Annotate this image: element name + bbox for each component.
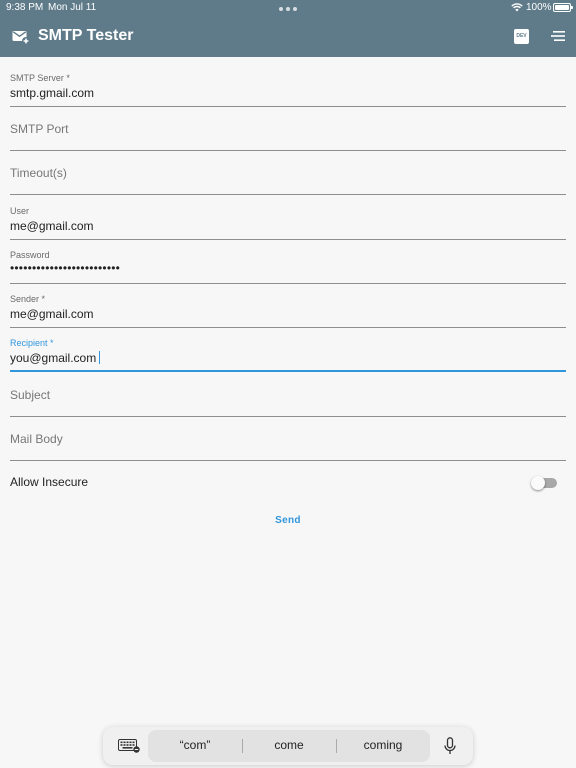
status-bar: 9:38 PM Mon Jul 11 100% [0,0,576,16]
battery-icon [553,3,573,12]
sender-value: me@gmail.com [10,307,94,321]
text-caret [99,351,100,364]
suggestion-item[interactable]: come [242,738,336,752]
multitask-dots-icon[interactable] [279,7,297,11]
keyboard-icon[interactable] [118,739,140,753]
user-label: User [10,206,30,216]
timeout-placeholder: Timeout(s) [10,166,67,180]
password-label: Password [10,250,50,260]
user-field[interactable]: User me@gmail.com [10,196,566,240]
password-value: ••••••••••••••••••••••••• [10,261,121,275]
microphone-icon[interactable] [444,737,456,755]
sender-field[interactable]: Sender * me@gmail.com [10,284,566,328]
keyboard-suggestion-bar: “com” come coming [103,727,473,765]
subject-field[interactable]: Subject [10,373,566,417]
allow-insecure-toggle[interactable] [531,476,557,490]
sort-menu-icon[interactable] [551,30,565,42]
suggestions-strip: “com” come coming [148,730,430,762]
smtp-port-placeholder: SMTP Port [10,122,69,136]
send-button[interactable]: Send [266,512,310,530]
wifi-icon [511,3,523,12]
app-header: 9:38 PM Mon Jul 11 100% SMTP Tester DEV [0,0,576,57]
status-time: 9:38 PM [6,2,44,13]
smtp-server-field[interactable]: SMTP Server * smtp.gmail.com [10,63,566,107]
suggestion-item[interactable]: “com” [148,738,242,752]
app-title: SMTP Tester [38,27,134,44]
suggestion-item[interactable]: coming [336,738,430,752]
battery-percent: 100% [526,2,552,13]
allow-insecure-label: Allow Insecure [10,475,89,489]
smtp-port-field[interactable]: SMTP Port [10,107,566,151]
sender-label: Sender * [10,294,46,304]
smtp-server-value: smtp.gmail.com [10,86,95,100]
mail-add-icon [12,31,30,45]
recipient-label: Recipient * [10,338,54,348]
timeout-field[interactable]: Timeout(s) [10,151,566,195]
mail-body-placeholder: Mail Body [10,432,63,446]
smtp-server-label: SMTP Server * [10,73,70,83]
user-value: me@gmail.com [10,219,94,233]
password-field[interactable]: Password ••••••••••••••••••••••••• [10,240,566,284]
recipient-value: you@gmail.com [10,351,97,365]
subject-placeholder: Subject [10,388,51,402]
recipient-field[interactable]: Recipient * you@gmail.com [10,328,566,372]
dev-icon[interactable]: DEV [514,29,529,44]
toggle-thumb [531,476,545,490]
mail-body-field[interactable]: Mail Body [10,417,566,461]
status-date: Mon Jul 11 [48,2,97,13]
